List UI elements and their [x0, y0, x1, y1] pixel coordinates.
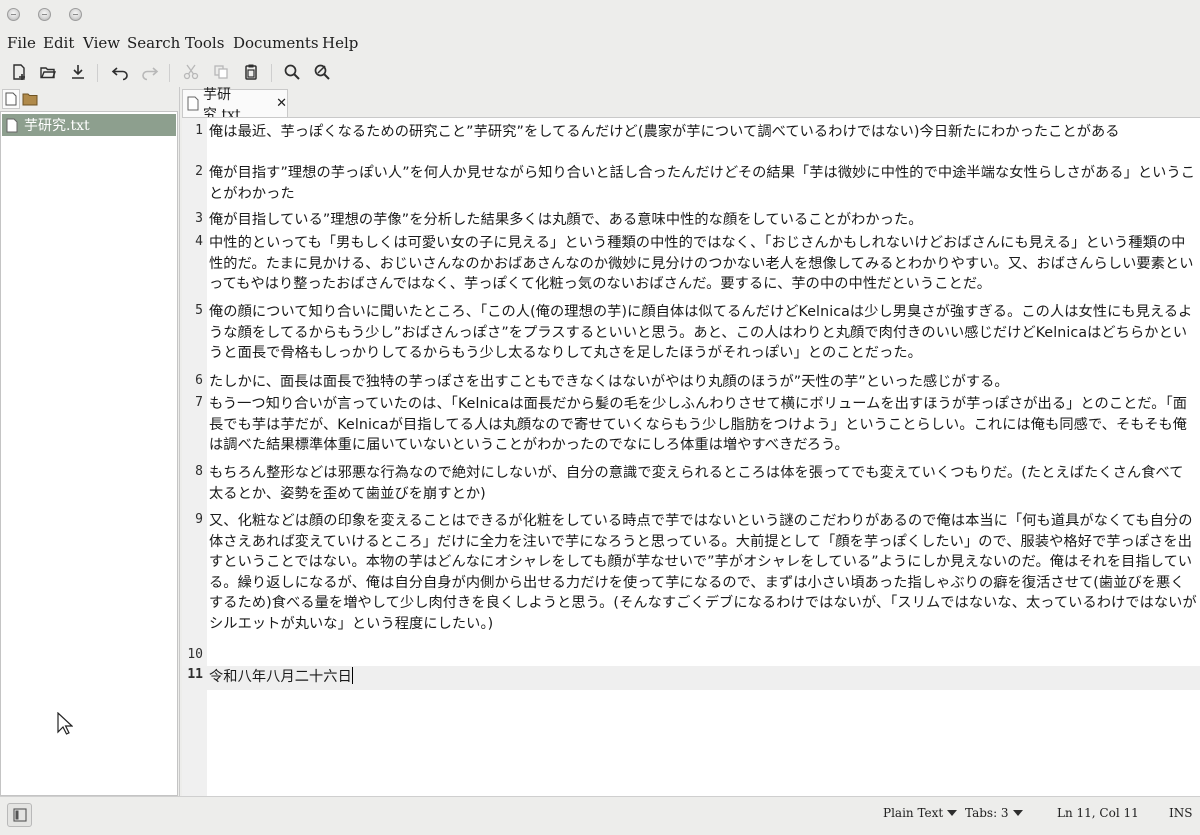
- search-replace-icon[interactable]: [309, 59, 335, 85]
- window-maximize-button[interactable]: [69, 8, 82, 21]
- editor-line: 4 中性的といっても「男もしくは可愛い女の子に見える」という種類の中性的ではなく…: [182, 233, 1200, 297]
- line-text: もちろん整形などは邪悪な行為なので絶対にしないが、自分の意識で変えられるところは…: [209, 465, 1184, 502]
- line-text: 中性的といっても「男もしくは可愛い女の子に見える」という種類の中性的ではなく、「…: [209, 235, 1194, 292]
- menu-help[interactable]: Help: [322, 34, 358, 52]
- document-tab-bar: 芋研究.txt ✕: [182, 87, 1200, 123]
- documents-tab-icon[interactable]: [2, 89, 20, 109]
- window-close-button[interactable]: [7, 8, 20, 21]
- menu-edit[interactable]: Edit: [43, 34, 74, 52]
- cut-icon[interactable]: [178, 59, 204, 85]
- side-panel: 芋研究.txt: [0, 87, 178, 796]
- status-bar: Plain Text Tabs: 3 Ln 11, Col 11 INS: [0, 796, 1200, 835]
- line-text: 俺が目指している”理想の芋像”を分析した結果多くは丸顔で、ある意味中性的な顔をし…: [209, 212, 923, 228]
- text-caret: [351, 667, 353, 684]
- new-document-icon[interactable]: [6, 59, 32, 85]
- menu-view[interactable]: View: [83, 34, 120, 52]
- search-icon[interactable]: [279, 59, 305, 85]
- window-titlebar: [0, 0, 1200, 30]
- document-list-item-label: 芋研究.txt: [24, 118, 90, 134]
- line-number: 9: [195, 512, 203, 527]
- line-text: もう一つ知り合いが言っていたのは、「Kelnicaは面長だから髪の毛を少しふんわ…: [209, 396, 1188, 453]
- toolbar: [0, 58, 1200, 86]
- editor-line: 2 俺が目指す”理想の芋っぽい人”を何人か見せながら知り合いと話し合ったんだけど…: [182, 163, 1200, 205]
- editor-line: 9 又、化粧などは顔の印象を変えることはできるが化粧をしている時点で芋ではないと…: [182, 511, 1200, 637]
- line-text-current: 令和八年八月二十六日: [209, 667, 1197, 688]
- tab-width-selector[interactable]: Tabs: 3: [965, 806, 1023, 820]
- line-number: 1: [195, 123, 203, 138]
- undo-icon[interactable]: [107, 59, 133, 85]
- menu-search[interactable]: Search: [127, 34, 180, 52]
- side-panel-icon: [12, 808, 27, 822]
- mouse-pointer-icon: [57, 711, 74, 740]
- side-panel-tabs: [0, 87, 178, 111]
- cursor-position: Ln 11, Col 11: [1057, 806, 1139, 820]
- line-text: 俺は最近、芋っぽくなるための研究こと”芋研究”をしてるんだけど(農家が芋について…: [209, 124, 1120, 140]
- text-editor[interactable]: 1 俺は最近、芋っぽくなるための研究こと”芋研究”をしてるんだけど(農家が芋につ…: [182, 117, 1200, 796]
- line-number: 3: [195, 211, 203, 226]
- side-panel-toggle-button[interactable]: [7, 803, 32, 827]
- editor-line: 1 俺は最近、芋っぽくなるための研究こと”芋研究”をしてるんだけど(農家が芋につ…: [182, 122, 1200, 164]
- line-number: 10: [187, 647, 203, 662]
- document-list: 芋研究.txt: [0, 111, 178, 796]
- window-minimize-button[interactable]: [38, 8, 51, 21]
- line-text: 令和八年八月二十六日: [209, 669, 352, 685]
- document-list-item[interactable]: 芋研究.txt: [2, 114, 176, 136]
- menu-documents[interactable]: Documents: [233, 34, 319, 52]
- line-text: たしかに、面長は面長で独特の芋っぽさを出すこともできなくはないがやはり丸顔のほう…: [209, 374, 1009, 390]
- editor-line: 7 もう一つ知り合いが言っていたのは、「Kelnicaは面長だから髪の毛を少しふ…: [182, 394, 1200, 458]
- text-file-icon: [6, 118, 18, 133]
- text-file-icon: [187, 96, 199, 111]
- paste-icon[interactable]: [238, 59, 264, 85]
- document-tab[interactable]: 芋研究.txt ✕: [182, 87, 288, 123]
- line-number: 2: [195, 164, 203, 179]
- open-folder-icon[interactable]: [35, 59, 61, 85]
- line-number: 4: [195, 234, 203, 249]
- close-tab-icon[interactable]: ✕: [276, 96, 287, 111]
- menu-tools[interactable]: Tools: [185, 34, 224, 52]
- chevron-down-icon: [1012, 810, 1023, 816]
- language-label: Plain Text: [883, 806, 944, 820]
- editor-line: 6 たしかに、面長は面長で独特の芋っぽさを出すこともできなくはないがやはり丸顔の…: [182, 372, 1200, 393]
- editor-line-current: 11 令和八年八月二十六日: [182, 666, 1200, 690]
- redo-icon[interactable]: [137, 59, 163, 85]
- file-browser-tab-icon[interactable]: [21, 89, 39, 109]
- copy-icon[interactable]: [208, 59, 234, 85]
- insert-mode: INS: [1169, 806, 1193, 820]
- language-selector[interactable]: Plain Text: [883, 806, 958, 820]
- line-text: 又、化粧などは顔の印象を変えることはできるが化粧をしている時点で芋ではないという…: [209, 513, 1197, 632]
- line-number: 6: [195, 373, 203, 388]
- tab-width-label: Tabs: 3: [965, 806, 1009, 820]
- editor-line: 10: [182, 646, 1200, 667]
- chevron-down-icon: [947, 810, 958, 816]
- menu-file[interactable]: File: [7, 34, 36, 52]
- menu-bar: File Edit View Search Tools Documents He…: [0, 31, 1200, 55]
- line-text: 俺が目指す”理想の芋っぽい人”を何人か見せながら知り合いと話し合ったんだけどその…: [209, 165, 1196, 202]
- line-text: 俺の顔について知り合いに聞いたところ、「この人(俺の理想の芋)に顔自体は似てるん…: [209, 304, 1193, 361]
- editor-line: 5 俺の顔について知り合いに聞いたところ、「この人(俺の理想の芋)に顔自体は似て…: [182, 302, 1200, 366]
- line-number: 5: [195, 303, 203, 318]
- editor-line: 3 俺が目指している”理想の芋像”を分析した結果多くは丸顔で、ある意味中性的な顔…: [182, 210, 1200, 231]
- line-number: 8: [195, 464, 203, 479]
- line-number: 11: [187, 667, 203, 682]
- save-download-icon[interactable]: [65, 59, 91, 85]
- line-number: 7: [195, 395, 203, 410]
- editor-line: 8 もちろん整形などは邪悪な行為なので絶対にしないが、自分の意識で変えられるとこ…: [182, 463, 1200, 505]
